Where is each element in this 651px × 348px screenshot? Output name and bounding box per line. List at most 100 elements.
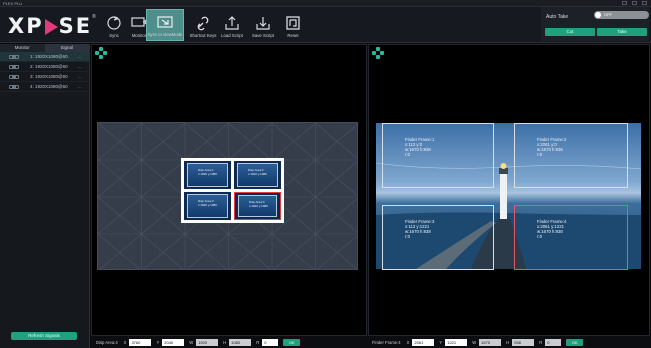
shortcut-keys-label: Shortcut Keys	[189, 33, 217, 38]
signal-item[interactable]: 1: 1920X1080@60...	[0, 52, 89, 62]
finder-frame[interactable]: Finder Frame:1 x:113 y:0 w:1670 h:938 r:…	[382, 123, 494, 188]
x-label: X	[123, 339, 127, 345]
h-label: H	[223, 339, 227, 345]
finder-frame[interactable]: Finder Frame:2 x:2061 y:0 w:1670 h:938 r…	[514, 123, 628, 188]
display-area[interactable]: Disp Area:2 x:1920 y:1080	[234, 161, 281, 189]
x-input[interactable]: 2061	[412, 338, 435, 346]
toggle-text: OFF	[604, 12, 612, 17]
finder-frame-property-bar: Finder Frame:4 X 2061 Y 1221 W 1670 H 93…	[368, 336, 650, 348]
y-label: Y	[156, 339, 160, 345]
source-canvas-pane[interactable]: Finder Frame:1 x:113 y:0 w:1670 h:938 r:…	[368, 44, 650, 336]
display-area-size: x:1920 y:1080	[248, 172, 267, 176]
h-input[interactable]: 1080	[229, 338, 252, 346]
selected-frame-title: Finder Frame:4	[372, 339, 401, 345]
signal-label: 1: 1920X1080@60	[30, 54, 68, 59]
auto-take-panel: Auto Take OFF Cut Take	[541, 7, 649, 41]
hdmi-icon	[9, 74, 19, 79]
finder-frame-rotation: r:0	[537, 152, 543, 157]
w-label: W	[189, 339, 194, 345]
hdmi-icon	[9, 54, 19, 59]
y-input[interactable]: 1221	[445, 338, 468, 346]
y-input[interactable]: 2040	[162, 338, 185, 346]
logo-text-p: P	[26, 14, 44, 38]
minimize-icon[interactable]	[622, 1, 627, 5]
signal-item[interactable]: 2: 1920X1080@60...	[0, 62, 89, 72]
display-area-property-bar: Disp Area:4 X 3760 Y 2040 W 1920 H 1080 …	[91, 336, 367, 348]
logo-text-x: X	[8, 14, 27, 38]
signal-label: 2: 1920X1080@60	[30, 64, 68, 69]
w-label: W	[472, 339, 477, 345]
reset-button[interactable]: Reset	[275, 9, 311, 41]
tab-monitor[interactable]: Monitor	[0, 44, 45, 52]
x-input[interactable]: 3760	[129, 338, 152, 346]
move-crosshair-icon[interactable]	[95, 47, 107, 59]
load-script-label: Load Script	[221, 33, 243, 38]
display-canvas-pane[interactable]: Disp Area:1 x:1920 y:1080 Disp Area:2 x:19…	[91, 44, 367, 336]
output-display: Disp Area:1 x:1920 y:1080 Disp Area:2 x:19…	[181, 158, 284, 223]
display-area-size: x:1920 y:1080	[249, 204, 268, 208]
left-tabs: Monitor Signal	[0, 44, 89, 52]
y-label: Y	[439, 339, 443, 345]
tab-signal[interactable]: Signal	[44, 44, 89, 52]
shortcut-keys-icon	[197, 16, 209, 31]
finder-frame-rotation: r:0	[537, 234, 543, 239]
move-crosshair-icon[interactable]	[372, 47, 384, 59]
ok-button[interactable]: OK	[283, 338, 301, 346]
close-icon[interactable]	[642, 1, 647, 5]
signal-item[interactable]: 3: 1920X1080@60...	[0, 72, 89, 82]
r-label: R	[256, 339, 260, 345]
r-input[interactable]: 0	[262, 338, 279, 346]
signal-label: 3: 1920X1080@60	[30, 74, 68, 79]
window-controls	[622, 1, 647, 5]
sync-to-viewmode-label: Sync to viewMode	[147, 32, 183, 37]
r-input[interactable]: 0	[545, 338, 562, 346]
sync-to-viewmode-icon	[157, 16, 173, 28]
reset-label: Reset	[287, 33, 299, 38]
finder-frame-rotation: r:0	[405, 152, 411, 157]
ok-button[interactable]: OK	[566, 338, 584, 346]
signal-menu[interactable]: ...	[78, 62, 82, 72]
display-area[interactable]: Disp Area:3 x:1920 y:1080	[184, 192, 231, 220]
hdmi-icon	[9, 84, 19, 89]
play-icon	[44, 19, 58, 35]
x-label: X	[406, 339, 410, 345]
toggle-knob	[595, 12, 601, 18]
title-bar: PLEX PLU	[0, 0, 651, 7]
signal-menu[interactable]: ...	[78, 52, 82, 62]
w-input[interactable]: 1670	[479, 338, 502, 346]
logo-text-se: SE	[58, 14, 93, 38]
window-title: PLEX PLU	[3, 1, 23, 6]
finder-frame-rotation: r:0	[405, 234, 411, 239]
r-label: R	[539, 339, 543, 345]
finder-frame[interactable]: Finder Frame:3 x:113 y:1221 w:1670 h:938…	[382, 205, 494, 270]
auto-take-label: Auto Take	[546, 14, 569, 20]
sync-label: Sync	[109, 33, 119, 38]
save-script-icon	[256, 17, 270, 30]
save-script-label: Save Script	[252, 33, 274, 38]
reset-icon	[286, 16, 300, 30]
left-panel: Monitor Signal 1: 1920X1080@60... 2: 192…	[0, 44, 90, 348]
finder-frame[interactable]: Finder Frame:4 x:2061 y:1221 w:1670 h:93…	[514, 205, 628, 270]
refresh-signals-button[interactable]: Refresh Signals	[11, 332, 77, 340]
display-area-size: x:1920 y:1080	[198, 172, 217, 176]
sync-to-viewmode-button[interactable]: Sync to viewMode	[146, 9, 184, 41]
cut-button[interactable]: Cut	[545, 28, 595, 36]
w-input[interactable]: 1920	[196, 338, 219, 346]
take-button[interactable]: Take	[597, 28, 647, 36]
signal-item[interactable]: 4: 1920X1080@60...	[0, 82, 89, 92]
display-area-size: x:1920 y:1080	[198, 203, 217, 207]
load-script-icon	[225, 16, 239, 30]
display-area[interactable]: Disp Area:1 x:1920 y:1080	[184, 161, 231, 189]
monitor-label: Monitor	[131, 33, 147, 38]
xpose-logo: X P SE ®	[8, 13, 96, 39]
signal-menu[interactable]: ...	[78, 72, 82, 82]
display-area[interactable]: Disp Area:4 x:1920 y:1080	[234, 192, 281, 220]
h-input[interactable]: 938	[512, 338, 535, 346]
h-label: H	[506, 339, 510, 345]
maximize-icon[interactable]	[632, 1, 637, 5]
signal-label: 4: 1920X1080@60	[30, 84, 68, 89]
auto-take-toggle[interactable]: OFF	[594, 11, 649, 19]
hdmi-icon	[9, 64, 19, 69]
signal-menu[interactable]: ...	[78, 82, 82, 92]
selected-area-title: Disp Area:4	[96, 339, 118, 345]
